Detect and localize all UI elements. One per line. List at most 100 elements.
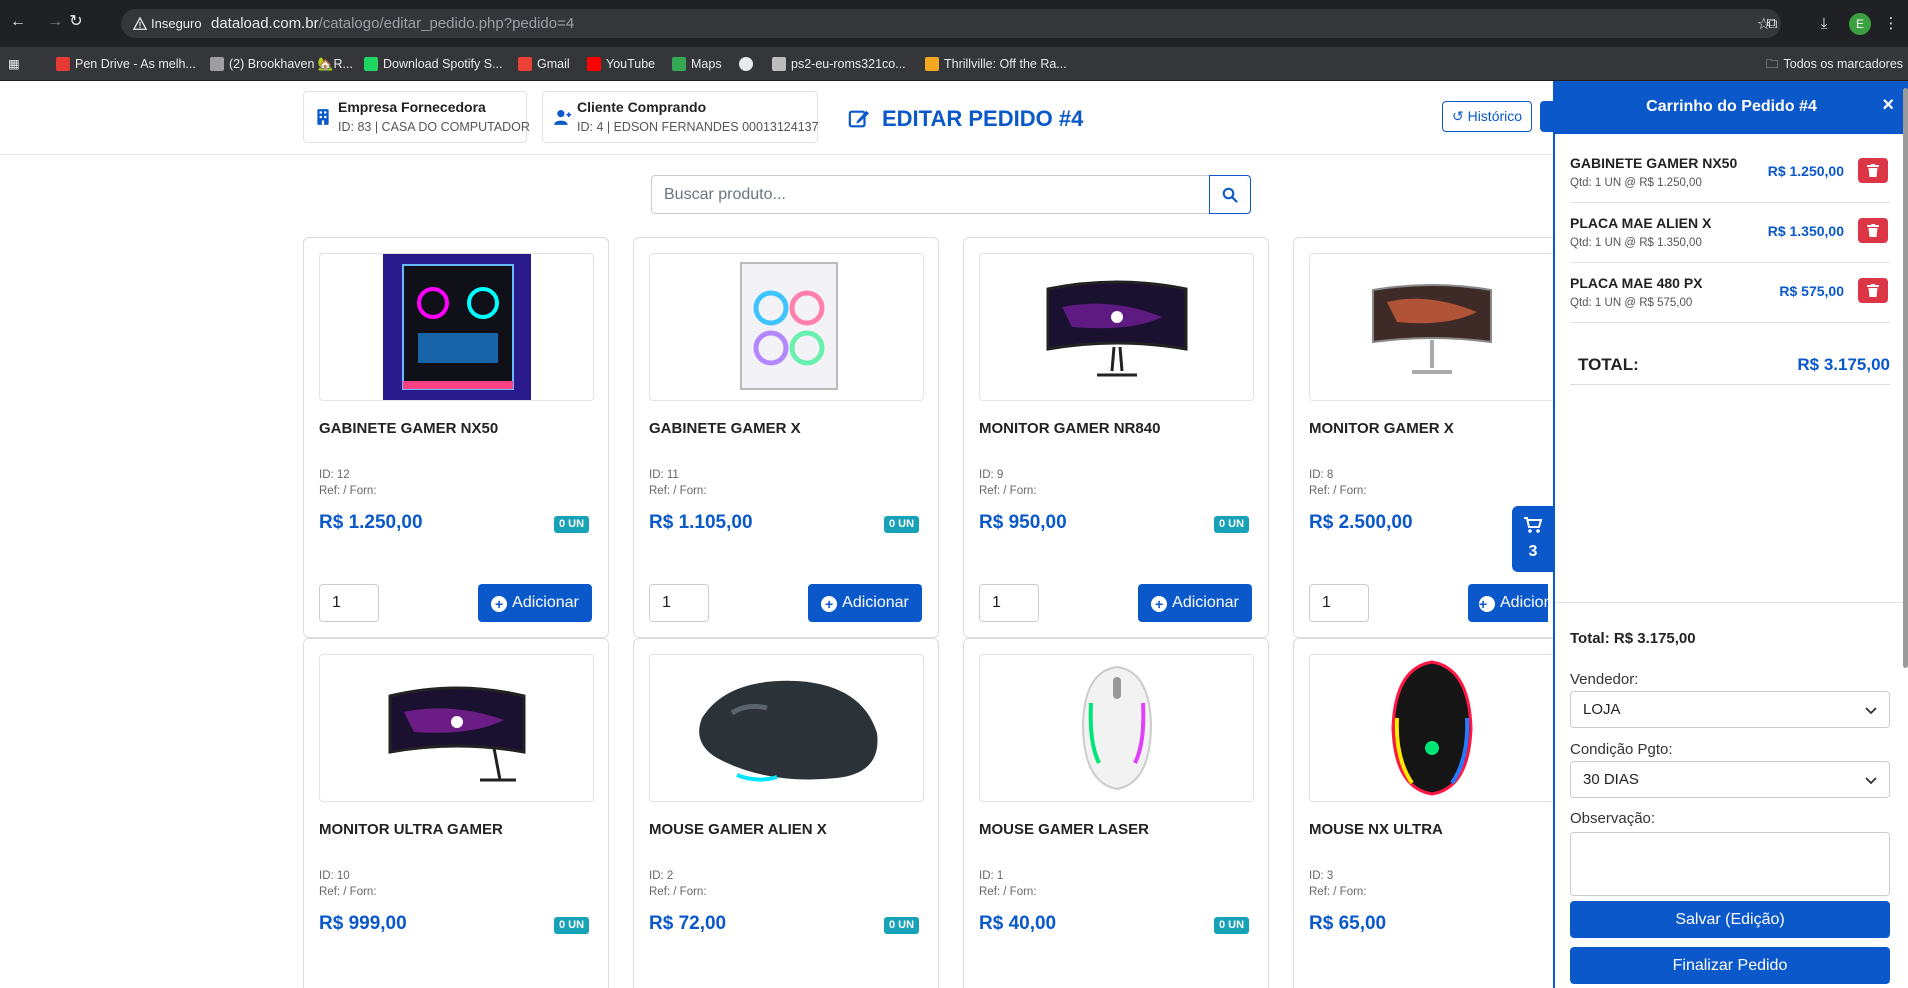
bookmark-brookhaven[interactable]: (2) Brookhaven 🏡R...: [210, 55, 353, 73]
cart-item-name: GABINETE GAMER NX50: [1570, 155, 1738, 171]
save-edit-button[interactable]: Salvar (Edição): [1570, 901, 1890, 938]
product-name[interactable]: MOUSE NX ULTRA: [1309, 821, 1443, 838]
add-to-cart-button[interactable]: +Adicionar: [808, 584, 922, 622]
add-to-cart-button[interactable]: +Adicionar: [1468, 584, 1548, 622]
product-image: [649, 253, 924, 401]
payment-select[interactable]: 30 DIAS: [1570, 761, 1890, 798]
back-icon[interactable]: ←: [8, 12, 28, 32]
user-icon: [554, 110, 571, 125]
folder-icon: 🗀: [1766, 57, 1779, 71]
search-input[interactable]: [651, 175, 1210, 214]
quantity-input[interactable]: 1: [979, 584, 1039, 622]
bookmark-ps2-roms[interactable]: ps2-eu-roms321co...: [772, 55, 906, 73]
bookmark-youtube[interactable]: YouTube: [587, 55, 655, 73]
extensions-icon[interactable]: ⧉: [1761, 13, 1783, 35]
product-card: GABINETE GAMER X ID: 11 Ref: / Forn: R$ …: [633, 237, 939, 638]
bookmarks-bar: ▦ Pen Drive - As melh... (2) Brookhaven …: [0, 47, 1908, 81]
product-name[interactable]: MOUSE GAMER ALIEN X: [649, 821, 827, 838]
payment-value: 30 DIAS: [1583, 771, 1639, 788]
remove-item-button[interactable]: [1858, 158, 1888, 183]
building-icon: [317, 109, 329, 125]
remove-item-button[interactable]: [1858, 218, 1888, 243]
bookmark-maps[interactable]: Maps: [672, 55, 722, 73]
product-ref: Ref: / Forn:: [319, 485, 377, 497]
download-icon[interactable]: ⤓: [1813, 13, 1835, 35]
product-name[interactable]: GABINETE GAMER NX50: [319, 420, 498, 437]
stock-badge: 0 UN: [884, 516, 920, 533]
bookmark-gmail[interactable]: Gmail: [518, 55, 570, 73]
apps-grid-icon[interactable]: ▦: [8, 55, 20, 73]
product-id: ID: 1: [979, 870, 1004, 882]
header-action-button[interactable]: [1540, 101, 1553, 132]
client-title: Cliente Comprando: [577, 99, 707, 115]
product-ref: Ref: / Forn:: [649, 886, 707, 898]
url-text[interactable]: dataload.com.br/catalogo/editar_pedido.p…: [211, 14, 574, 33]
stock-badge: 0 UN: [884, 917, 920, 934]
bookmark-label: Maps: [691, 57, 722, 71]
quantity-input[interactable]: 1: [1309, 584, 1369, 622]
bookmark-spotify[interactable]: Download Spotify S...: [364, 55, 503, 73]
address-bar[interactable]: Inseguro dataload.com.br/catalogo/editar…: [121, 9, 1781, 38]
search-button[interactable]: [1209, 175, 1251, 214]
product-name[interactable]: MONITOR GAMER NR840: [979, 420, 1160, 437]
finish-order-button[interactable]: Finalizar Pedido: [1570, 947, 1890, 984]
quantity-input[interactable]: 1: [319, 584, 379, 622]
quantity-input[interactable]: 1: [649, 584, 709, 622]
floating-cart-button[interactable]: 3: [1512, 506, 1554, 572]
bookmark-globe[interactable]: [739, 55, 753, 73]
product-card: MONITOR ULTRA GAMER ID: 10 Ref: / Forn: …: [303, 638, 609, 988]
stock-badge: 0 UN: [554, 516, 590, 533]
mouse-image: [1081, 665, 1152, 791]
history-button[interactable]: ↺ Histórico: [1442, 101, 1532, 132]
cart-item: GABINETE GAMER NX50 Qtd: 1 UN @ R$ 1.250…: [1570, 143, 1890, 203]
profile-avatar[interactable]: E: [1849, 13, 1871, 35]
notes-textarea[interactable]: [1570, 832, 1890, 896]
seller-label: Vendedor:: [1570, 671, 1639, 688]
bookmark-label: ps2-eu-roms321co...: [791, 57, 906, 71]
close-icon[interactable]: ×: [1882, 94, 1894, 117]
menu-icon[interactable]: ⋮: [1880, 13, 1902, 35]
product-id: ID: 10: [319, 870, 350, 882]
product-card: MONITOR GAMER X ID: 8 Ref: / Forn: R$ 2.…: [1293, 237, 1554, 638]
mouse-image: [1391, 660, 1473, 796]
search-icon: [1222, 187, 1238, 203]
client-card: Cliente Comprando ID: 4 | EDSON FERNANDE…: [542, 91, 819, 143]
product-name[interactable]: MONITOR GAMER X: [1309, 420, 1454, 437]
bookmark-pen-drive[interactable]: Pen Drive - As melh...: [56, 55, 196, 73]
all-bookmarks-folder[interactable]: 🗀 Todos os marcadores: [1766, 55, 1903, 73]
plus-circle-icon: +: [1151, 596, 1168, 612]
notes-label: Observação:: [1570, 810, 1656, 827]
history-icon: ↺: [1451, 108, 1468, 124]
supplier-title: Empresa Fornecedora: [338, 99, 486, 115]
monitor-image: [388, 686, 525, 782]
product-card: MOUSE GAMER ALIEN X ID: 2 Ref: / Forn: R…: [633, 638, 939, 988]
cart-panel-header: Carrinho do Pedido #4 ×: [1555, 81, 1908, 134]
remove-item-button[interactable]: [1858, 278, 1888, 303]
product-price: R$ 1.105,00: [649, 512, 753, 533]
page-title-text: EDITAR PEDIDO #4: [882, 106, 1084, 131]
add-to-cart-button[interactable]: +Adicionar: [478, 584, 592, 622]
product-price: R$ 1.250,00: [319, 512, 423, 533]
panel-scrollbar[interactable]: [1903, 88, 1908, 668]
product-name[interactable]: GABINETE GAMER X: [649, 420, 801, 437]
monitor-image: [1372, 284, 1492, 374]
monitor-image: [1046, 280, 1187, 377]
product-card: MOUSE NX ULTRA ID: 3 Ref: / Forn: R$ 65,…: [1293, 638, 1554, 988]
all-bookmarks-label: Todos os marcadores: [1783, 57, 1904, 71]
cart-title: Carrinho do Pedido #4: [1646, 98, 1817, 115]
bookmark-thrillville[interactable]: Thrillville: Off the Ra...: [925, 55, 1067, 73]
reload-icon[interactable]: ↻: [66, 12, 86, 32]
product-card: MONITOR GAMER NR840 ID: 9 Ref: / Forn: R…: [963, 237, 1269, 638]
bookmark-label: Download Spotify S...: [383, 57, 503, 71]
product-ref: Ref: / Forn:: [649, 485, 707, 497]
bookmark-favicon: [925, 57, 939, 71]
add-to-cart-button[interactable]: +Adicionar: [1138, 584, 1252, 622]
insecure-chip[interactable]: Inseguro: [127, 13, 210, 34]
product-name[interactable]: MONITOR ULTRA GAMER: [319, 821, 503, 838]
product-id: ID: 3: [1309, 870, 1334, 882]
product-name[interactable]: MOUSE GAMER LASER: [979, 821, 1149, 838]
history-label: Histórico: [1467, 108, 1523, 124]
seller-select[interactable]: LOJA: [1570, 691, 1890, 728]
warning-icon: [133, 16, 147, 30]
forward-icon[interactable]: →: [45, 12, 65, 32]
